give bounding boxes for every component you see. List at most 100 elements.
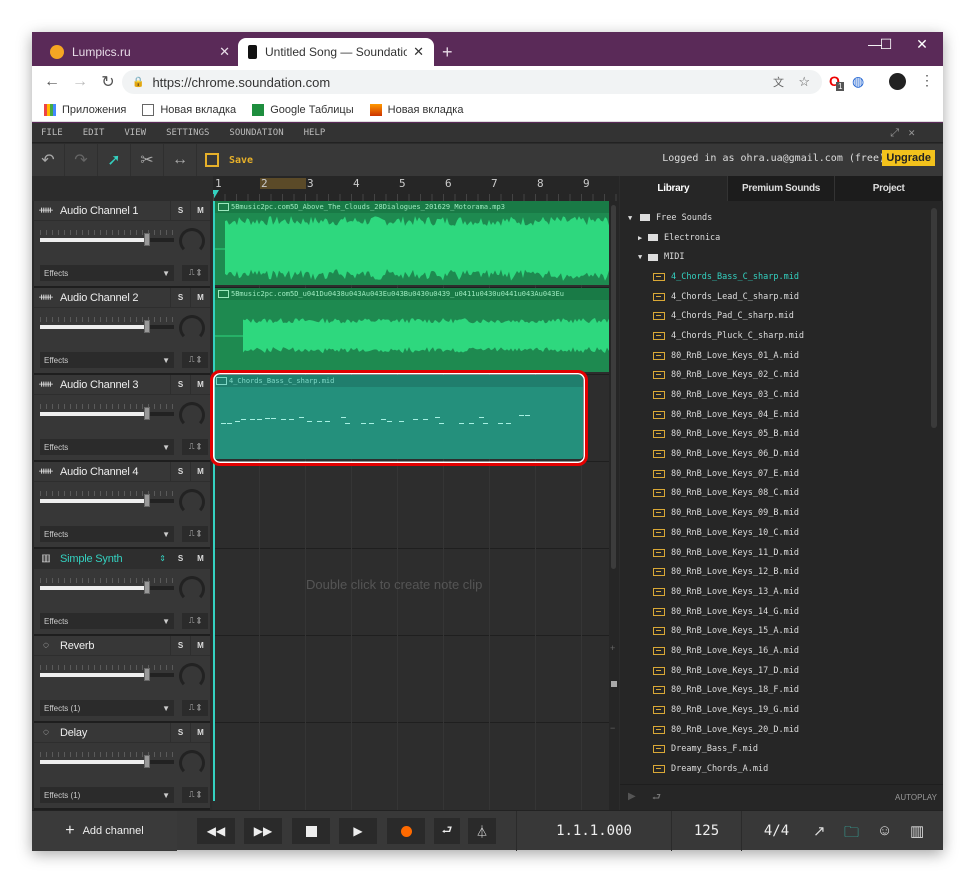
channel-name[interactable]: Audio Channel 4 [60,466,170,478]
volume-handle[interactable] [144,494,151,507]
vertical-zoom-thumb[interactable] [611,681,617,687]
library-file[interactable]: 80_RnB_Love_Keys_17_D.mid [620,661,930,681]
url-bar[interactable]: 🔒 https://chrome.soundation.com 文 ☆ [122,70,822,94]
redo-button[interactable]: ↷ [65,144,98,176]
menu-settings[interactable]: SETTINGS [166,128,209,138]
library-file[interactable]: 80_RnB_Love_Keys_03_C.mid [620,385,930,405]
time-signature-readout[interactable]: 4/4 [741,811,811,851]
close-window-icon[interactable]: ✕ [907,36,937,53]
cut-tool-button[interactable]: ✂ [131,144,164,176]
library-file[interactable]: 80_RnB_Love_Keys_15_A.mid [620,621,930,641]
fullscreen-icon[interactable]: ⤢ [890,126,899,140]
stretch-tool-button[interactable]: ↔ [164,144,197,176]
arrangement-area[interactable]: 5Bmusic2pc.com5D_Above_The_Clouds_28Dial… [213,201,609,810]
effects-dropdown[interactable]: Effects ▼ [40,613,174,629]
library-file[interactable]: 80_RnB_Love_Keys_10_C.mid [620,523,930,543]
pan-knob[interactable] [179,663,205,689]
solo-button[interactable]: S [170,200,190,221]
bookmark-new-tab[interactable]: Новая вкладка [142,103,236,116]
effects-dropdown[interactable]: Effects (1) ▼ [40,787,174,803]
bookmark-star-icon[interactable]: ☆ [798,74,810,90]
record-button[interactable] [387,818,425,844]
mixer-icon[interactable]: ☺ [877,822,892,839]
audio-clip[interactable]: 5Bmusic2pc.com5D_u041Du0438u043Au043Eu04… [215,288,609,372]
expanded-arrow-icon[interactable]: ▼ [638,253,648,261]
globe-extension-icon[interactable]: ◍ [852,73,864,90]
library-file[interactable]: 80_RnB_Love_Keys_18_F.mid [620,681,930,701]
library-file[interactable]: Dreamy_Chords_A.mid [620,759,930,778]
solo-button[interactable]: S [170,548,190,569]
library-file[interactable]: 80_RnB_Love_Keys_14_G.mid [620,602,930,622]
tree-folder[interactable]: ▼ MIDI [620,247,930,267]
library-scrollbar[interactable] [931,208,937,428]
bookmark-apps[interactable]: Приложения [44,103,126,116]
library-file[interactable]: 80_RnB_Love_Keys_04_E.mid [620,405,930,425]
library-file[interactable]: 4_Chords_Lead_C_sharp.mid [620,287,930,307]
effects-dropdown[interactable]: Effects ▼ [40,439,174,455]
new-tab-icon[interactable]: + [442,42,453,63]
tab-premium-sounds[interactable]: Premium Sounds [727,176,836,201]
library-file[interactable]: 80_RnB_Love_Keys_19_G.mid [620,700,930,720]
save-button[interactable]: Save [205,153,253,167]
menu-file[interactable]: FILE [41,128,63,138]
library-file[interactable]: 80_RnB_Love_Keys_06_D.mid [620,444,930,464]
library-file[interactable]: 80_RnB_Love_Keys_20_D.mid [620,720,930,740]
solo-button[interactable]: S [170,461,190,482]
library-file[interactable]: 4_Chords_Bass_C_sharp.mid [620,267,930,287]
loop-button[interactable]: ⮐ [434,818,460,844]
timeline-ruler[interactable]: 1 2 3 4 5 6 7 8 9 [213,176,619,201]
volume-slider[interactable] [40,755,174,768]
library-file[interactable]: 80_RnB_Love_Keys_12_B.mid [620,562,930,582]
forward-icon[interactable]: → [66,73,94,91]
volume-slider[interactable] [40,407,174,420]
undo-button[interactable]: ↶ [32,144,65,176]
library-file[interactable]: 80_RnB_Love_Keys_01_A.mid [620,346,930,366]
automation-button[interactable]: ⎍ ⇕ [182,787,208,803]
autoplay-toggle[interactable]: AUTOPLAY [895,793,937,802]
channel-name[interactable]: Delay [60,727,170,739]
preview-play-icon[interactable]: ▶ [628,791,636,802]
mute-button[interactable]: M [190,461,210,482]
library-file[interactable]: 80_RnB_Love_Keys_16_A.mid [620,641,930,661]
effects-dropdown[interactable]: Effects ▼ [40,265,174,281]
automation-button[interactable]: ⎍ ⇕ [182,613,208,629]
solo-button[interactable]: S [170,287,190,308]
menu-help[interactable]: HELP [304,128,326,138]
tab-lumpics[interactable]: Lumpics.ru ✕ [40,38,240,66]
metronome-button[interactable]: ⏃ [468,818,496,844]
loop-preview-icon[interactable]: ⮐ [652,790,661,807]
library-file[interactable]: Dreamy_Bass_F.mid [620,740,930,760]
volume-slider[interactable] [40,668,174,681]
channel-name[interactable]: Audio Channel 3 [60,379,170,391]
reload-icon[interactable]: ↻ [94,72,122,92]
library-file[interactable]: 80_RnB_Love_Keys_07_E.mid [620,464,930,484]
channel-name[interactable]: Simple Synth [60,553,159,565]
close-app-icon[interactable]: ✕ [908,126,915,139]
volume-handle[interactable] [144,407,151,420]
volume-handle[interactable] [144,668,151,681]
collapsed-arrow-icon[interactable]: ▶ [638,234,648,242]
tree-root[interactable]: ▼ Free Sounds [620,208,930,228]
volume-slider[interactable] [40,233,174,246]
instrument-select-icon[interactable]: ⇕ [159,554,166,563]
rewind-button[interactable]: ◀◀ [197,818,235,844]
tab-soundation[interactable]: Untitled Song — Soundation Stu ✕ [238,38,434,66]
position-readout[interactable]: 1.1.1.000 [516,811,671,851]
effects-dropdown[interactable]: Effects ▼ [40,352,174,368]
tab-project[interactable]: Project [835,176,944,201]
mute-button[interactable]: M [190,374,210,395]
mute-button[interactable]: M [190,722,210,743]
volume-slider[interactable] [40,581,174,594]
close-tab-icon[interactable]: ✕ [413,44,424,60]
mute-button[interactable]: M [190,287,210,308]
vertical-zoom-out-icon[interactable]: − [610,723,615,733]
volume-slider[interactable] [40,320,174,333]
solo-button[interactable]: S [170,374,190,395]
bookmark-google-sheets[interactable]: Google Таблицы [252,103,354,116]
mute-button[interactable]: M [190,548,210,569]
pan-knob[interactable] [179,228,205,254]
channel-name[interactable]: Audio Channel 2 [60,292,170,304]
menu-edit[interactable]: EDIT [83,128,105,138]
tree-folder[interactable]: ▶ Electronica [620,228,930,248]
back-icon[interactable]: ← [38,73,66,91]
